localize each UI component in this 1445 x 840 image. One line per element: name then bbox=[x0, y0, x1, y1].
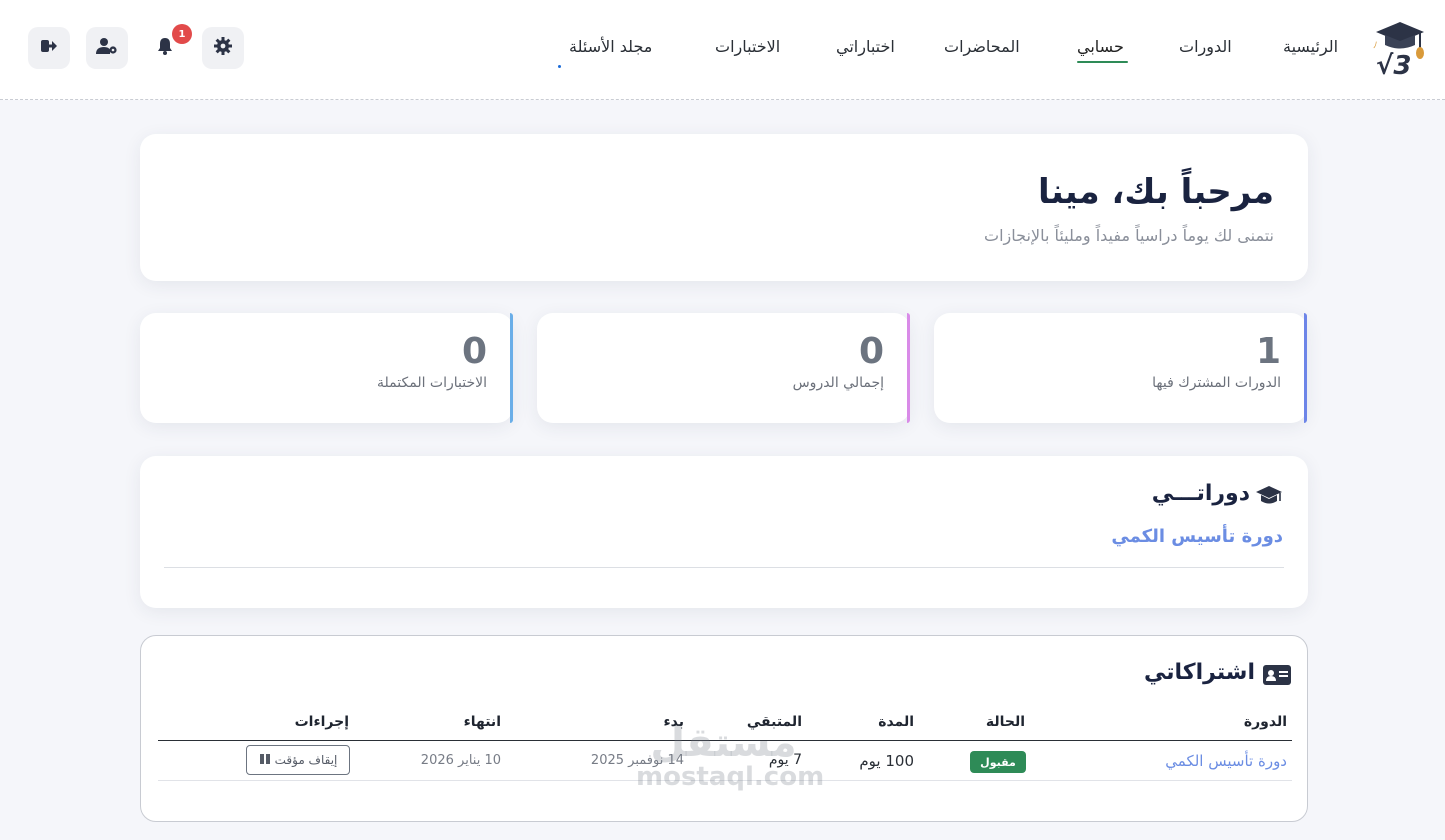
nav-dot bbox=[558, 65, 561, 68]
nav-home[interactable]: الرئيسية bbox=[1283, 37, 1338, 56]
stat-accent-bar bbox=[907, 313, 910, 423]
my-courses-card: دوراتـــي دورة تأسيس الكمي bbox=[140, 456, 1308, 608]
profile-settings-button[interactable] bbox=[86, 27, 128, 69]
svg-text:√3: √3 bbox=[1376, 51, 1411, 78]
user-cog-icon bbox=[96, 37, 118, 59]
stat-accent-bar bbox=[1304, 313, 1307, 423]
row-start-date: 14 نوفمبر 2025 bbox=[590, 753, 684, 768]
stat-label: الدورات المشترك فيها bbox=[1152, 375, 1281, 391]
course-link[interactable]: دورة تأسيس الكمي bbox=[1111, 526, 1283, 547]
stat-accent-bar bbox=[510, 313, 513, 423]
stat-value: 0 bbox=[461, 331, 487, 372]
header-start: بدء bbox=[663, 714, 684, 730]
gear-icon bbox=[214, 37, 232, 59]
stat-value: 0 bbox=[858, 331, 884, 372]
id-card-icon bbox=[1263, 665, 1291, 689]
stat-label: الاختبارات المكتملة bbox=[377, 375, 487, 391]
header-status: الحالة bbox=[985, 714, 1025, 730]
pause-button-label: إيقاف مؤقت bbox=[274, 753, 338, 767]
welcome-card: مرحباً بك، مينا نتمنى لك يوماً دراسياً م… bbox=[140, 134, 1308, 281]
subscriptions-title: اشتراكاتي bbox=[1144, 660, 1255, 685]
table-header-divider bbox=[158, 740, 1292, 741]
graduation-cap-icon bbox=[1255, 485, 1283, 511]
header-remaining: المتبقي bbox=[746, 714, 802, 730]
logout-icon bbox=[40, 37, 58, 59]
nav-my-exams[interactable]: اختباراتي bbox=[836, 37, 895, 56]
pause-subscription-button[interactable]: إيقاف مؤقت bbox=[246, 745, 350, 775]
active-nav-indicator bbox=[1077, 61, 1128, 63]
nav-courses[interactable]: الدورات bbox=[1179, 37, 1232, 56]
courses-divider bbox=[164, 567, 1284, 568]
row-end-date: 10 يناير 2026 bbox=[420, 753, 501, 768]
stat-card-total-lessons: 0 إجمالي الدروس bbox=[537, 313, 910, 423]
nav-question-bank[interactable]: مجلد الأسئلة bbox=[569, 37, 652, 56]
pause-icon bbox=[259, 753, 271, 768]
row-divider bbox=[158, 780, 1292, 781]
bell-icon bbox=[157, 37, 173, 59]
nav-exams[interactable]: الاختبارات bbox=[715, 37, 780, 56]
my-courses-title: دوراتـــي bbox=[1151, 481, 1250, 506]
site-logo[interactable]: √3 ﾉ bbox=[1372, 18, 1428, 81]
nav-my-account[interactable]: حسابي bbox=[1077, 37, 1124, 56]
subscriptions-card: اشتراكاتي الدورة الحالة المدة المتبقي بد… bbox=[140, 635, 1308, 822]
row-course-link[interactable]: دورة تأسيس الكمي bbox=[1165, 752, 1287, 770]
stat-card-completed-exams: 0 الاختبارات المكتملة bbox=[140, 313, 513, 423]
welcome-title: مرحباً بك، مينا bbox=[1038, 172, 1274, 212]
header-end: انتهاء bbox=[463, 714, 501, 730]
settings-button[interactable] bbox=[202, 27, 244, 69]
top-navbar: √3 ﾉ الرئيسية الدورات حسابي المحاضرات اخ… bbox=[0, 0, 1445, 100]
stat-card-enrolled-courses: 1 الدورات المشترك فيها bbox=[934, 313, 1307, 423]
row-remaining: 7 يوم bbox=[768, 752, 802, 768]
nav-lectures[interactable]: المحاضرات bbox=[944, 37, 1020, 56]
notification-badge: 1 bbox=[172, 24, 192, 44]
stat-value: 1 bbox=[1255, 331, 1281, 372]
row-duration: 100 يوم bbox=[859, 752, 914, 770]
header-actions: إجراءات bbox=[294, 714, 349, 730]
header-course: الدورة bbox=[1243, 714, 1287, 730]
svg-text:ﾉ: ﾉ bbox=[1373, 41, 1378, 51]
welcome-subtitle: نتمنى لك يوماً دراسياً مفيداً ومليئاً با… bbox=[984, 226, 1274, 245]
stat-label: إجمالي الدروس bbox=[792, 375, 884, 391]
header-duration: المدة bbox=[878, 714, 914, 730]
status-badge: مقبول bbox=[970, 751, 1026, 773]
logout-button[interactable] bbox=[28, 27, 70, 69]
